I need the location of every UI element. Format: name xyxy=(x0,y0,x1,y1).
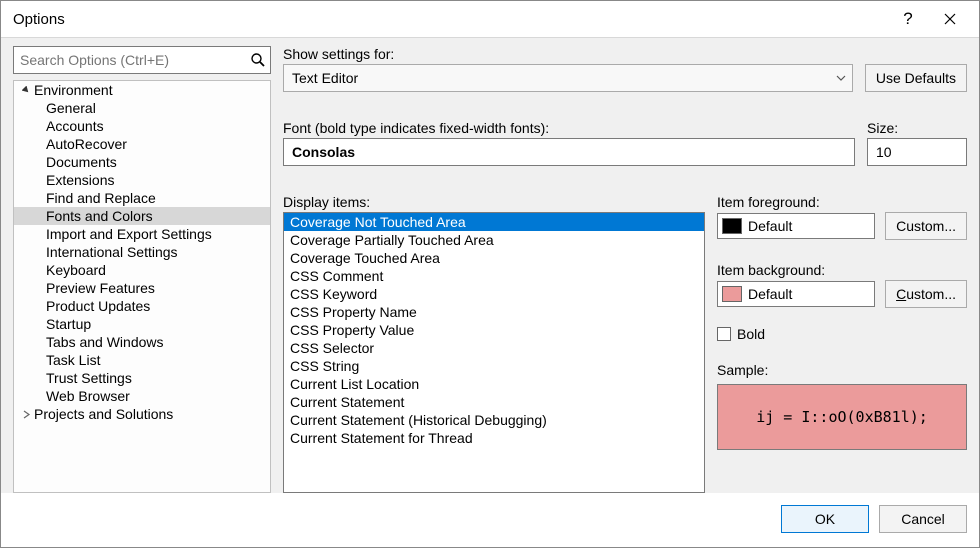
tree-item[interactable]: Web Browser xyxy=(14,387,270,405)
list-item[interactable]: Coverage Touched Area xyxy=(284,249,704,267)
list-item[interactable]: Current List Location xyxy=(284,375,704,393)
item-background-label: Item background: xyxy=(717,262,967,278)
list-item[interactable]: Coverage Partially Touched Area xyxy=(284,231,704,249)
left-panel: EnvironmentGeneralAccountsAutoRecoverDoc… xyxy=(13,46,271,493)
list-item[interactable]: CSS Property Value xyxy=(284,321,704,339)
cancel-button[interactable]: Cancel xyxy=(879,505,967,533)
list-item[interactable]: CSS Keyword xyxy=(284,285,704,303)
bold-checkbox[interactable] xyxy=(717,327,731,341)
search-input-wrap[interactable] xyxy=(13,46,271,74)
list-item[interactable]: CSS Selector xyxy=(284,339,704,357)
show-settings-value: Text Editor xyxy=(292,70,358,86)
bold-checkbox-row[interactable]: Bold xyxy=(717,326,967,342)
search-icon xyxy=(246,52,270,68)
show-settings-label: Show settings for: xyxy=(283,46,853,62)
options-dialog: Options ? EnvironmentGeneralAccountsAuto… xyxy=(0,0,980,548)
tree-item-projects[interactable]: Projects and Solutions xyxy=(14,405,270,423)
background-select[interactable]: Default xyxy=(717,281,875,307)
display-items-label: Display items: xyxy=(283,194,705,210)
tree-item[interactable]: International Settings xyxy=(14,243,270,261)
list-item[interactable]: CSS Comment xyxy=(284,267,704,285)
tree-item[interactable]: Extensions xyxy=(14,171,270,189)
tree-item[interactable]: Find and Replace xyxy=(14,189,270,207)
background-value: Default xyxy=(748,286,792,302)
chevron-down-icon xyxy=(836,70,846,86)
tree-item[interactable]: Startup xyxy=(14,315,270,333)
show-settings-select[interactable]: Text Editor xyxy=(283,64,853,92)
tree-item[interactable]: Tabs and Windows xyxy=(14,333,270,351)
tree-item[interactable]: Product Updates xyxy=(14,297,270,315)
list-item[interactable]: Current Statement for Thread xyxy=(284,429,704,447)
tree-item[interactable]: Documents xyxy=(14,153,270,171)
size-select[interactable]: 10 xyxy=(867,138,967,166)
use-defaults-button[interactable]: Use Defaults xyxy=(865,64,967,92)
item-foreground-label: Item foreground: xyxy=(717,194,967,210)
close-button[interactable] xyxy=(929,5,971,33)
options-tree[interactable]: EnvironmentGeneralAccountsAutoRecoverDoc… xyxy=(13,80,271,493)
tree-item[interactable]: Task List xyxy=(14,351,270,369)
tree-item[interactable]: Accounts xyxy=(14,117,270,135)
foreground-custom-button[interactable]: Custom... xyxy=(885,212,967,240)
sample-preview: ij = I::oO(0xB81l); xyxy=(717,384,967,450)
font-label: Font (bold type indicates fixed-width fo… xyxy=(283,120,855,136)
list-item[interactable]: Coverage Not Touched Area xyxy=(284,213,704,231)
foreground-value: Default xyxy=(748,218,792,234)
bold-label: Bold xyxy=(737,326,765,342)
background-swatch xyxy=(722,286,742,302)
tree-item[interactable]: Trust Settings xyxy=(14,369,270,387)
tree-item[interactable]: Preview Features xyxy=(14,279,270,297)
size-value: 10 xyxy=(876,144,892,160)
close-icon xyxy=(944,13,956,25)
list-item[interactable]: Current Statement xyxy=(284,393,704,411)
dialog-body: EnvironmentGeneralAccountsAutoRecoverDoc… xyxy=(1,37,979,493)
tree-item[interactable]: Keyboard xyxy=(14,261,270,279)
foreground-select[interactable]: Default xyxy=(717,213,875,239)
list-item[interactable]: CSS Property Name xyxy=(284,303,704,321)
sample-label: Sample: xyxy=(717,362,967,378)
background-custom-button[interactable]: Custom... xyxy=(885,280,967,308)
help-button[interactable]: ? xyxy=(887,5,929,33)
font-value: Consolas xyxy=(292,144,355,160)
tree-item[interactable]: AutoRecover xyxy=(14,135,270,153)
list-item[interactable]: Current Statement (Historical Debugging) xyxy=(284,411,704,429)
tree-item[interactable]: Import and Export Settings xyxy=(14,225,270,243)
font-select[interactable]: Consolas xyxy=(283,138,855,166)
tree-item[interactable]: General xyxy=(14,99,270,117)
foreground-swatch xyxy=(722,218,742,234)
list-item[interactable]: CSS String xyxy=(284,357,704,375)
search-input[interactable] xyxy=(14,52,246,68)
size-label: Size: xyxy=(867,120,967,136)
right-panel: Show settings for: Text Editor Use Defau… xyxy=(283,46,967,493)
window-title: Options xyxy=(13,11,887,28)
ok-button[interactable]: OK xyxy=(781,505,869,533)
display-items-listbox[interactable]: Coverage Not Touched AreaCoverage Partia… xyxy=(283,212,705,493)
tree-item-environment[interactable]: Environment xyxy=(14,81,270,99)
dialog-footer: OK Cancel xyxy=(1,493,979,547)
titlebar: Options ? xyxy=(1,1,979,37)
tree-item[interactable]: Fonts and Colors xyxy=(14,207,270,225)
